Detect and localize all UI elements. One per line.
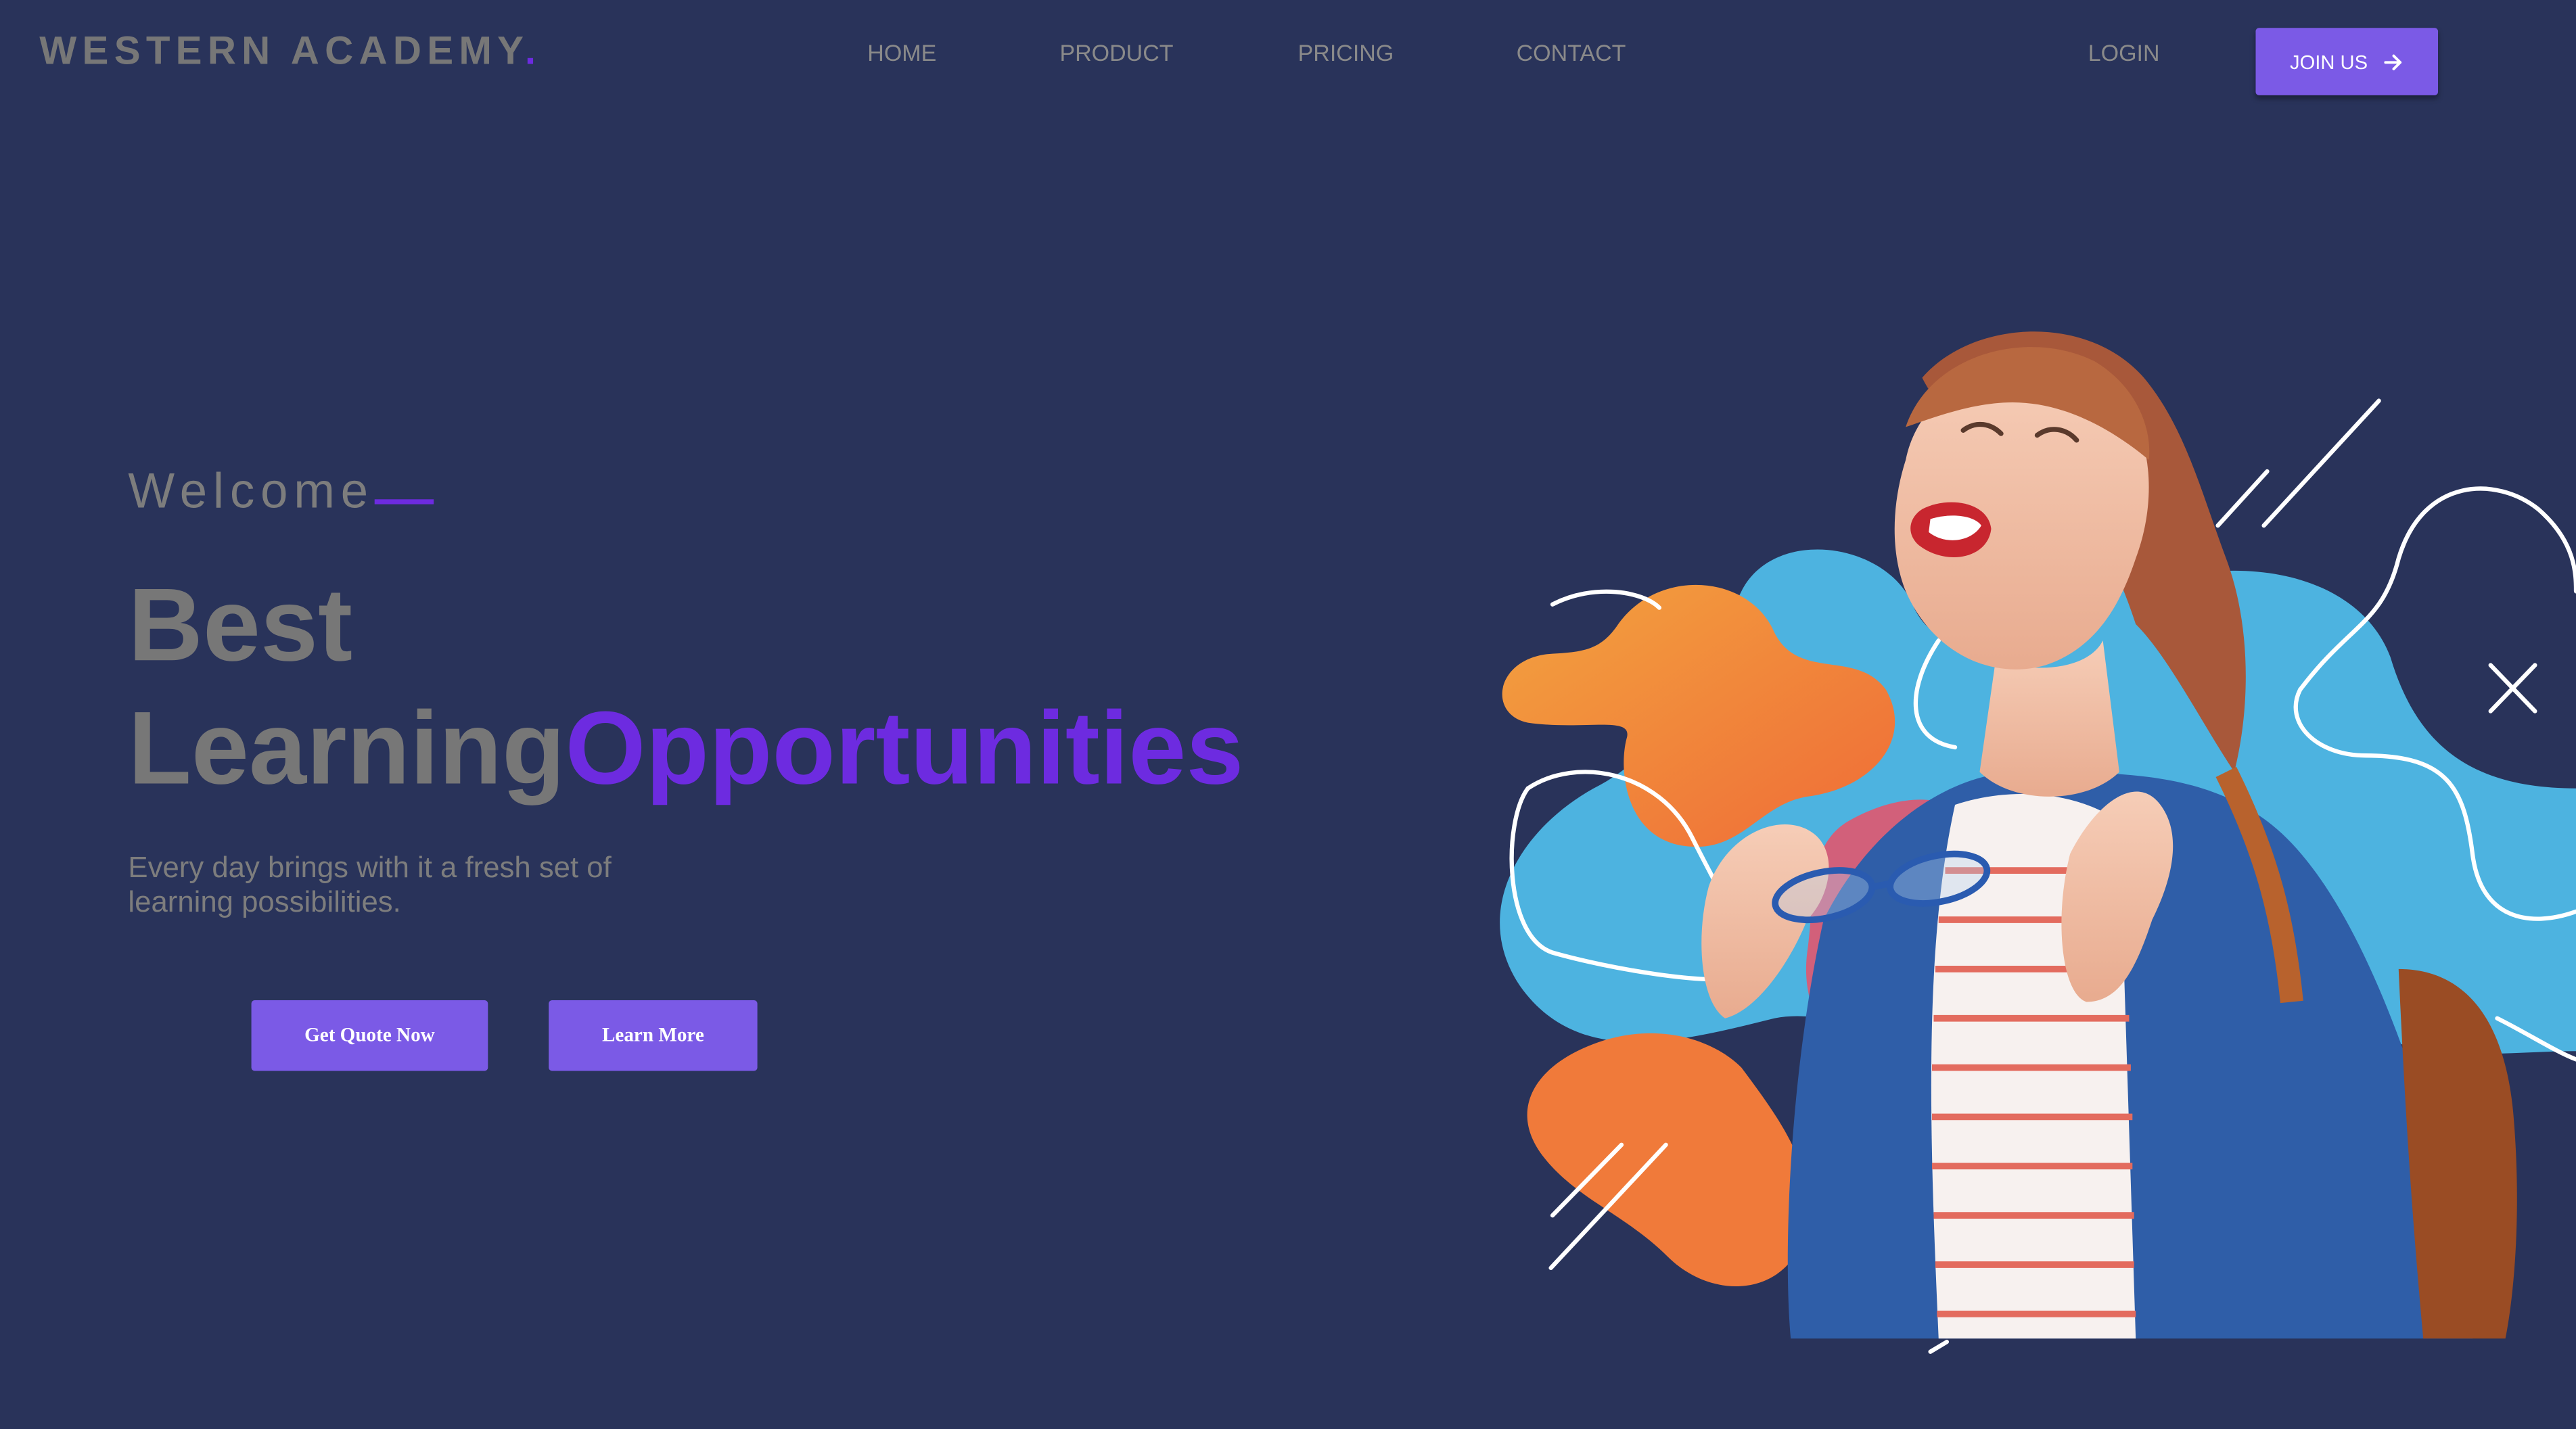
nav-pricing[interactable]: PRICING: [1298, 39, 1394, 66]
headline-line-2: LearningOpportunities: [128, 688, 1243, 812]
welcome-label: Welcome: [128, 465, 374, 519]
arrow-right-icon: [2384, 53, 2404, 70]
brand-name: WESTERN ACADEMY: [39, 29, 525, 74]
student-illustration: [1500, 331, 2576, 1354]
learn-more-button[interactable]: Learn More: [549, 1000, 758, 1071]
nav-contact[interactable]: CONTACT: [1517, 39, 1626, 66]
headline-line-1: Best: [128, 568, 353, 684]
headline-plain: Learning: [128, 691, 566, 807]
brand-dot: .: [524, 29, 542, 74]
landing-page: WESTERN ACADEMY. HOME PRODUCT PRICING CO…: [0, 0, 2576, 1429]
nav-product[interactable]: PRODUCT: [1059, 39, 1173, 66]
welcome-underline: [374, 499, 434, 505]
join-us-label: JOIN US: [2290, 50, 2368, 74]
nav-home[interactable]: HOME: [867, 39, 936, 66]
join-us-button[interactable]: JOIN US: [2255, 28, 2439, 95]
brand-logo[interactable]: WESTERN ACADEMY.: [39, 30, 541, 76]
headline-accent: Opportunities: [565, 691, 1244, 807]
hero-subtext: Every day brings with it a fresh set of …: [128, 851, 612, 918]
login-link[interactable]: LOGIN: [2088, 39, 2160, 66]
get-quote-button[interactable]: Get Quote Now: [251, 1000, 488, 1071]
hero-headline: Best LearningOpportunities: [128, 565, 1243, 811]
